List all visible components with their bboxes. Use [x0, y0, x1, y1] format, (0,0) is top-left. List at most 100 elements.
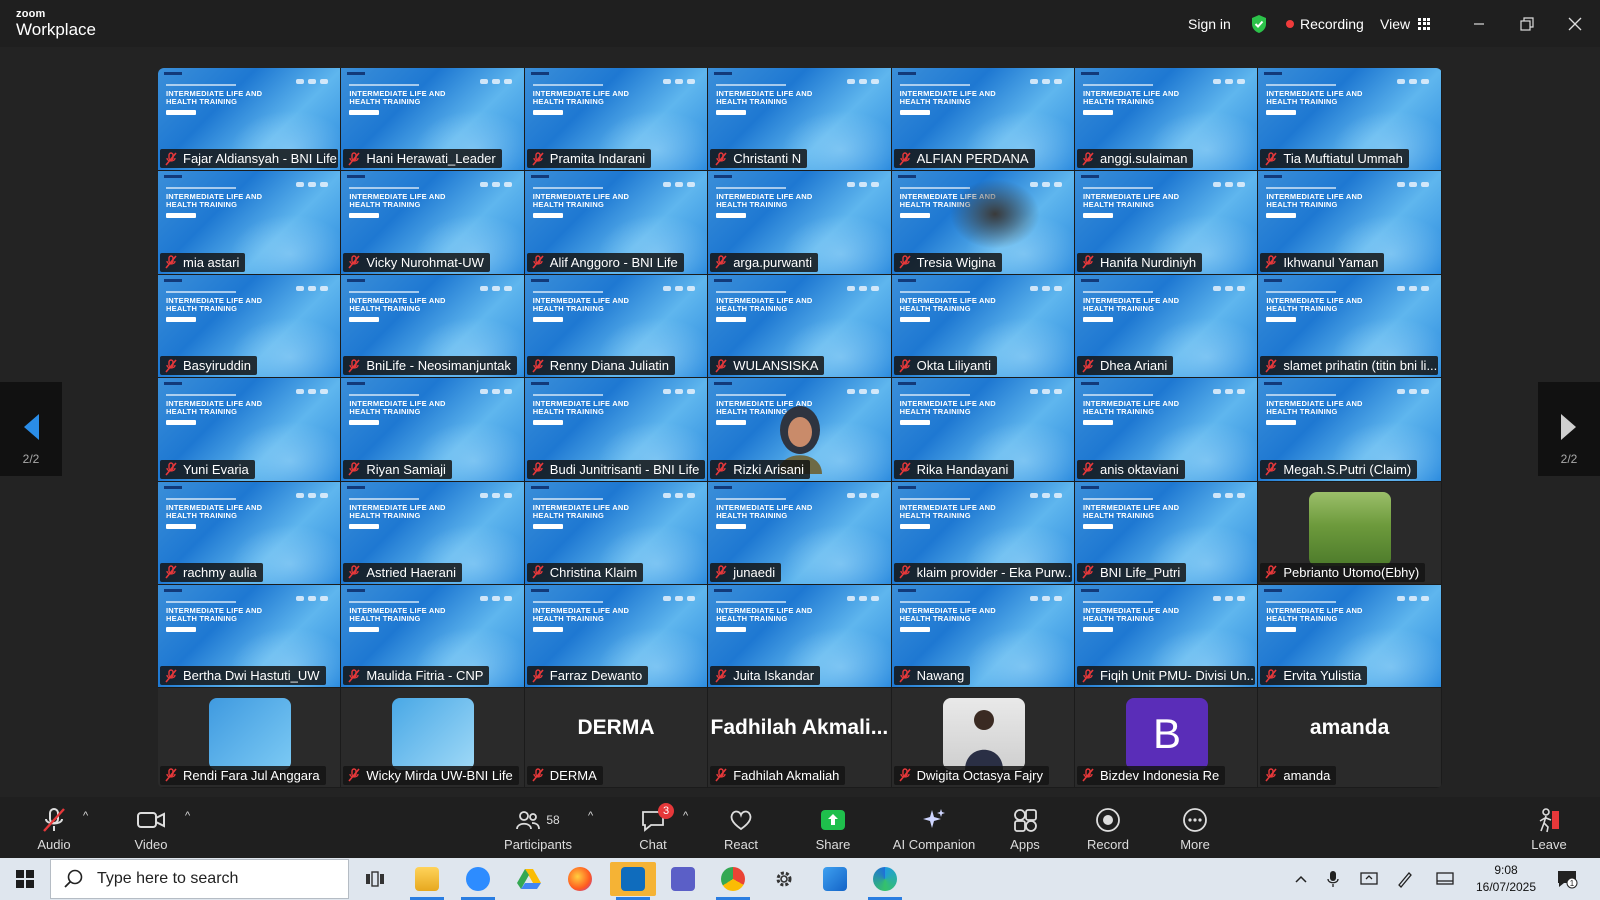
- recording-indicator[interactable]: Recording: [1286, 0, 1364, 47]
- participant-tile[interactable]: INTERMEDIATE LIFE AND HEALTH TRAINING BNI…: [1075, 481, 1259, 585]
- participant-tile[interactable]: INTERMEDIATE LIFE AND HEALTH TRAINING Pra…: [524, 68, 709, 172]
- participant-name-tag: Ikhwanul Yaman: [1260, 252, 1385, 272]
- participant-tile[interactable]: INTERMEDIATE LIFE AND HEALTH TRAINING ALF…: [891, 68, 1075, 172]
- tray-microphone-icon[interactable]: [1322, 868, 1344, 890]
- leave-button[interactable]: Leave: [1504, 805, 1594, 852]
- participant-tile[interactable]: INTERMEDIATE LIFE AND HEALTH TRAINING Tia…: [1258, 68, 1442, 172]
- chat-options-caret[interactable]: ^: [683, 810, 688, 822]
- taskbar-clock[interactable]: 9:08 16/07/2025: [1468, 862, 1544, 896]
- participant-tile[interactable]: Dwigita Octasya Fajry: [891, 688, 1075, 788]
- video-button[interactable]: Video: [106, 805, 196, 852]
- more-button[interactable]: More: [1150, 805, 1240, 852]
- task-view-button[interactable]: [352, 862, 398, 896]
- participant-tile[interactable]: INTERMEDIATE LIFE AND HEALTH TRAINING Okt…: [891, 274, 1075, 379]
- firefox-taskbar-icon[interactable]: [557, 862, 603, 896]
- slide-title: INTERMEDIATE LIFE AND HEALTH TRAINING: [532, 295, 630, 313]
- windows-start-button[interactable]: [2, 862, 48, 896]
- video-options-caret[interactable]: ^: [185, 810, 190, 822]
- participant-tile[interactable]: INTERMEDIATE LIFE AND HEALTH TRAINING WUL…: [708, 274, 892, 379]
- share-button[interactable]: Share: [788, 805, 878, 852]
- participant-tile[interactable]: INTERMEDIATE LIFE AND HEALTH TRAINING Vic…: [341, 171, 525, 275]
- participant-name: anggi.sulaiman: [1100, 151, 1188, 167]
- participant-tile[interactable]: Fadhilah Akmali... Fadhilah Akmaliah: [708, 688, 892, 788]
- react-button[interactable]: React: [696, 805, 786, 852]
- muted-mic-icon: [165, 152, 177, 166]
- participant-tile[interactable]: INTERMEDIATE LIFE AND HEALTH TRAINING Far…: [524, 585, 709, 689]
- muted-mic-icon: [715, 358, 727, 373]
- participant-tile[interactable]: INTERMEDIATE LIFE AND HEALTH TRAINING Bud…: [524, 378, 709, 482]
- participant-tile[interactable]: INTERMEDIATE LIFE AND HEALTH TRAINING Fiq…: [1075, 585, 1259, 689]
- participant-tile[interactable]: INTERMEDIATE LIFE AND HEALTH TRAINING Ikh…: [1258, 171, 1442, 275]
- tray-display-icon[interactable]: [1434, 868, 1456, 890]
- outlook-taskbar-icon[interactable]: [610, 862, 656, 900]
- participant-tile[interactable]: INTERMEDIATE LIFE AND HEALTH TRAINING Jui…: [708, 585, 892, 689]
- ai-companion-button[interactable]: AI Companion: [888, 805, 980, 852]
- participant-tile[interactable]: amanda amanda: [1258, 688, 1442, 788]
- restore-button[interactable]: [1504, 0, 1550, 47]
- participant-tile[interactable]: INTERMEDIATE LIFE AND HEALTH TRAINING Tre…: [891, 171, 1075, 275]
- participant-tile[interactable]: INTERMEDIATE LIFE AND HEALTH TRAINING Bni…: [341, 274, 525, 379]
- photos-taskbar-icon[interactable]: [812, 862, 858, 896]
- participant-tile[interactable]: INTERMEDIATE LIFE AND HEALTH TRAINING Dhe…: [1075, 274, 1259, 379]
- next-page-button[interactable]: 2/2: [1538, 382, 1600, 476]
- tray-overflow-chevron-icon[interactable]: [1290, 868, 1312, 890]
- participant-tile[interactable]: INTERMEDIATE LIFE AND HEALTH TRAINING Bas…: [158, 274, 342, 379]
- tray-screen-share-icon[interactable]: [1358, 868, 1380, 890]
- participant-tile[interactable]: INTERMEDIATE LIFE AND HEALTH TRAINING Han…: [341, 68, 525, 172]
- previous-page-button[interactable]: 2/2: [0, 382, 62, 476]
- participant-tile[interactable]: INTERMEDIATE LIFE AND HEALTH TRAINING jun…: [708, 481, 892, 585]
- apps-button[interactable]: Apps: [980, 805, 1070, 852]
- participant-tile[interactable]: INTERMEDIATE LIFE AND HEALTH TRAINING Ast…: [341, 481, 525, 585]
- participant-tile[interactable]: INTERMEDIATE LIFE AND HEALTH TRAINING Naw…: [891, 585, 1075, 689]
- participant-tile[interactable]: INTERMEDIATE LIFE AND HEALTH TRAINING kla…: [891, 481, 1075, 585]
- chrome-taskbar-icon[interactable]: [710, 862, 756, 900]
- participant-tile[interactable]: INTERMEDIATE LIFE AND HEALTH TRAINING Erv…: [1258, 585, 1442, 689]
- participant-tile[interactable]: DERMA DERMA: [524, 688, 709, 788]
- participant-tile[interactable]: INTERMEDIATE LIFE AND HEALTH TRAINING Faj…: [158, 68, 342, 172]
- participant-tile[interactable]: INTERMEDIATE LIFE AND HEALTH TRAINING rac…: [158, 481, 342, 585]
- notifications-icon[interactable]: 1: [1556, 868, 1578, 890]
- participant-tile[interactable]: Wicky Mirda UW-BNI Life: [341, 688, 525, 788]
- close-button[interactable]: [1552, 0, 1598, 47]
- sign-in-button[interactable]: Sign in: [1188, 0, 1231, 47]
- participant-tile[interactable]: INTERMEDIATE LIFE AND HEALTH TRAINING sla…: [1258, 274, 1442, 379]
- participant-tile[interactable]: INTERMEDIATE LIFE AND HEALTH TRAINING Mau…: [341, 585, 525, 689]
- participant-name: Wicky Mirda UW-BNI Life: [366, 767, 513, 783]
- participant-tile[interactable]: INTERMEDIATE LIFE AND HEALTH TRAINING Han…: [1075, 171, 1259, 275]
- participant-tile[interactable]: INTERMEDIATE LIFE AND HEALTH TRAINING ani…: [1075, 378, 1259, 482]
- participant-name: amanda: [1283, 767, 1331, 783]
- security-shield-icon[interactable]: [1250, 0, 1268, 47]
- settings-taskbar-icon[interactable]: [761, 862, 807, 896]
- audio-options-caret[interactable]: ^: [83, 810, 88, 822]
- participant-tile[interactable]: INTERMEDIATE LIFE AND HEALTH TRAINING Riz…: [708, 378, 892, 482]
- participants-button[interactable]: 58 Participants: [493, 805, 583, 852]
- participant-tile[interactable]: INTERMEDIATE LIFE AND HEALTH TRAINING mia…: [158, 171, 342, 275]
- edge-taskbar-icon[interactable]: [862, 862, 908, 900]
- google-drive-taskbar-icon[interactable]: [506, 862, 552, 896]
- participant-tile[interactable]: INTERMEDIATE LIFE AND HEALTH TRAINING Riy…: [341, 378, 525, 482]
- minimize-button[interactable]: [1456, 0, 1502, 47]
- participant-tile[interactable]: INTERMEDIATE LIFE AND HEALTH TRAINING Ren…: [524, 274, 709, 379]
- participant-tile[interactable]: Rendi Fara Jul Anggara: [158, 688, 342, 788]
- view-button[interactable]: View: [1380, 0, 1431, 47]
- participants-options-caret[interactable]: ^: [588, 810, 593, 822]
- muted-mic-icon: [532, 255, 544, 269]
- file-explorer-taskbar-icon[interactable]: [404, 862, 450, 900]
- participant-tile[interactable]: INTERMEDIATE LIFE AND HEALTH TRAINING ang…: [1075, 68, 1259, 172]
- participant-tile[interactable]: INTERMEDIATE LIFE AND HEALTH TRAINING Chr…: [524, 481, 709, 585]
- participant-tile[interactable]: INTERMEDIATE LIFE AND HEALTH TRAINING Yun…: [158, 378, 342, 482]
- participant-tile[interactable]: INTERMEDIATE LIFE AND HEALTH TRAINING Chr…: [708, 68, 892, 172]
- participant-tile[interactable]: Pebrianto Utomo(Ebhy): [1258, 481, 1442, 585]
- participant-tile[interactable]: INTERMEDIATE LIFE AND HEALTH TRAINING Ali…: [524, 171, 709, 275]
- participant-tile[interactable]: INTERMEDIATE LIFE AND HEALTH TRAINING Rik…: [891, 378, 1075, 482]
- participant-tile[interactable]: INTERMEDIATE LIFE AND HEALTH TRAINING Meg…: [1258, 378, 1442, 482]
- teams-taskbar-icon[interactable]: [660, 862, 706, 896]
- record-button[interactable]: Record: [1063, 805, 1153, 852]
- participant-tile[interactable]: B Bizdev Indonesia Re: [1075, 688, 1259, 788]
- participant-tile[interactable]: INTERMEDIATE LIFE AND HEALTH TRAINING arg…: [708, 171, 892, 275]
- participant-name: Budi Junitrisanti - BNI Life: [549, 461, 700, 477]
- participant-tile[interactable]: INTERMEDIATE LIFE AND HEALTH TRAINING Ber…: [158, 585, 342, 689]
- zoom-taskbar-icon[interactable]: [455, 862, 501, 900]
- tray-pen-icon[interactable]: [1394, 868, 1416, 890]
- taskbar-search-box[interactable]: Type here to search: [50, 859, 349, 899]
